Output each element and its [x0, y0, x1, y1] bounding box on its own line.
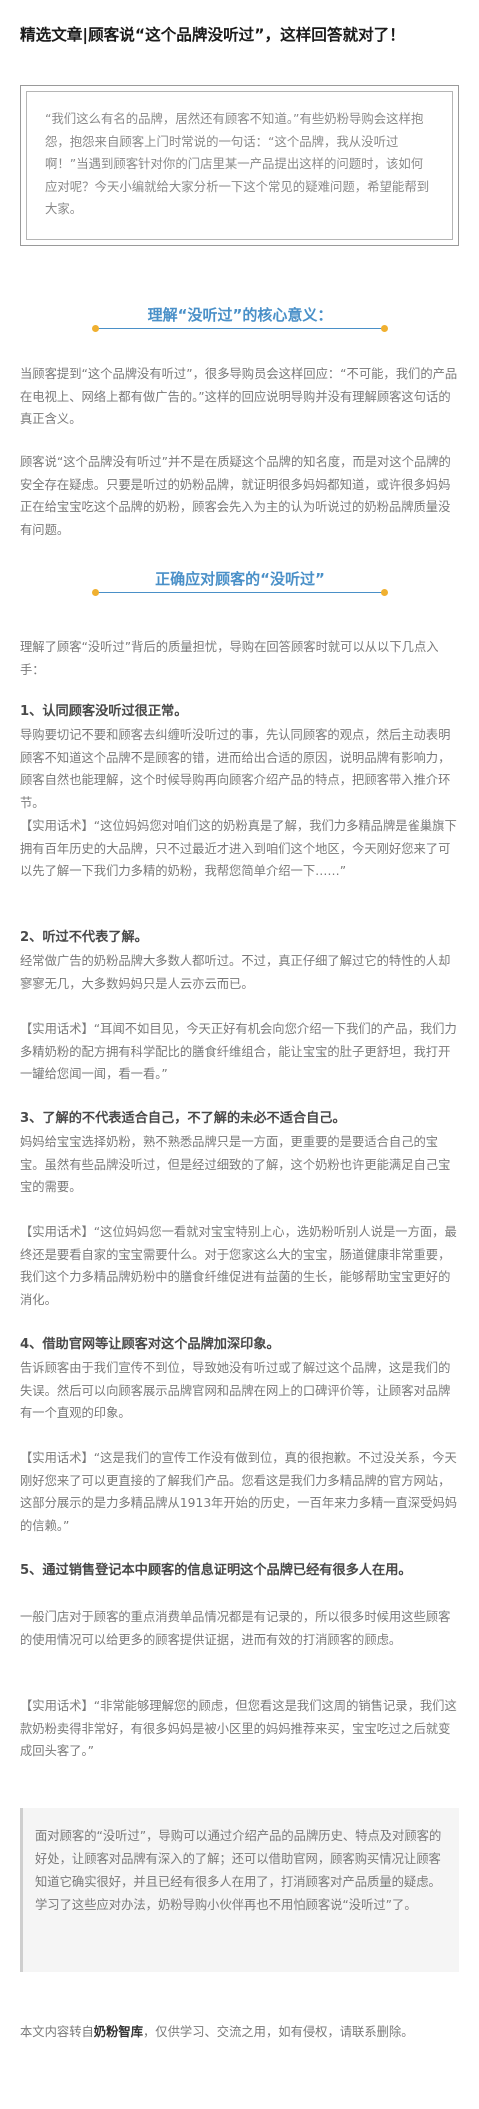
point-title: 3、了解的不代表适合自己，不了解的未必不适合自己。: [20, 1111, 346, 1126]
point-title: 4、借助官网等让顾客对这个品牌加深印象。: [20, 1337, 280, 1352]
script-paragraph: 【实用话术】“这位妈妈您一看就对宝宝特别上心，选奶粉听别人说是一方面，最终还是要…: [20, 1225, 457, 1307]
summary-text: 面对顾客的“没听过”，导购可以通过介绍产品的品牌历史、特点及对顾客的好处，让顾客…: [35, 1829, 442, 1912]
script-paragraph: 【实用话术】“这是我们的宣传工作没有做到位，真的很抱歉。不过没关系，今天刚好您来…: [20, 1451, 458, 1533]
article-page: 精选文章|顾客说“这个品牌没听过”，这样回答就对了！ “我们这么有名的品牌，居然…: [0, 0, 479, 2109]
heading-dot-right: [381, 325, 388, 332]
source-name: 奶粉智库: [93, 2025, 143, 2039]
heading-dot-left: [92, 589, 99, 596]
paragraph: 妈妈给宝宝选择奶粉，熟不熟悉品牌只是一方面，更重要的是要适合自己的宝宝。虽然有些…: [20, 1135, 451, 1195]
section-heading-label: 正确应对顾客的“没听过”: [155, 570, 325, 588]
heading-dot-right: [381, 589, 388, 596]
article-title: 精选文章|顾客说“这个品牌没听过”，这样回答就对了！: [20, 26, 405, 44]
summary-quote-block: 面对顾客的“没听过”，导购可以通过介绍产品的品牌历史、特点及对顾客的好处，让顾客…: [20, 1808, 459, 1972]
point-title: 1、认同顾客没听过很正常。: [20, 704, 188, 719]
point-title: 5、通过销售登记本中顾客的信息证明这个品牌已经有很多人在用。: [20, 1563, 412, 1578]
source-note-prefix: 本文内容转自: [20, 2025, 94, 2039]
heading-rule: [95, 592, 385, 593]
paragraph: 当顾客提到“这个品牌没有听过”，很多导购员会这样回应：“不可能，我们的产品在电视…: [20, 367, 458, 427]
section-heading-response: 正确应对顾客的“没听过”: [92, 562, 388, 602]
paragraph: 理解了顾客“没听过”背后的质量担忧，导购在回答顾客时就可以从以下几点入手：: [20, 640, 439, 677]
section-heading-meaning: 理解“没听过”的核心意义：: [92, 298, 388, 338]
paragraph: 告诉顾客由于我们宣传不到位，导致她没有听过或了解过这个品牌，这是我们的失误。然后…: [20, 1361, 451, 1421]
paragraph: 导购要切记不要和顾客去纠缠听没听过的事，先认同顾客的观点，然后主动表明顾客不知道…: [20, 728, 451, 810]
point-title: 2、听过不代表了解。: [20, 930, 148, 945]
paragraph: 经常做广告的奶粉品牌大多数人都听过。不过，真正仔细了解过它的特性的人却寥寥无几，…: [20, 954, 451, 991]
paragraph: 一般门店对于顾客的重点消费单品情况都是有记录的，所以很多时候用这些顾客的使用情况…: [20, 1610, 451, 1647]
script-paragraph: 【实用话术】“这位妈妈您对咱们这的奶粉真是了解，我们力多精品牌是雀巢旗下拥有百年…: [20, 819, 457, 879]
script-paragraph: 【实用话术】“耳闻不如目见，今天正好有机会向您介绍一下我们的产品，我们力多精奶粉…: [20, 1022, 457, 1082]
source-note-suffix: ，仅供学习、交流之用，如有侵权，请联系删除。: [143, 2025, 414, 2039]
heading-dot-left: [92, 325, 99, 332]
intro-box: “我们这么有名的品牌，居然还有顾客不知道。”有些奶粉导购会这样抱怨，抱怨来自顾客…: [20, 85, 459, 246]
script-paragraph: 【实用话术】“非常能够理解您的顾虑，但您看这是我们这周的销售记录，我们这款奶粉卖…: [20, 1699, 457, 1759]
heading-rule: [95, 328, 385, 329]
source-note: 本文内容转自奶粉智库，仅供学习、交流之用，如有侵权，请联系删除。: [20, 2021, 459, 2044]
section-heading-label: 理解“没听过”的核心意义：: [147, 306, 333, 324]
intro-text: “我们这么有名的品牌，居然还有顾客不知道。”有些奶粉导购会这样抱怨，抱怨来自顾客…: [45, 111, 430, 216]
paragraph: 顾客说“这个品牌没有听过”并不是在质疑这个品牌的知名度，而是对这个品牌的安全存在…: [20, 455, 451, 537]
